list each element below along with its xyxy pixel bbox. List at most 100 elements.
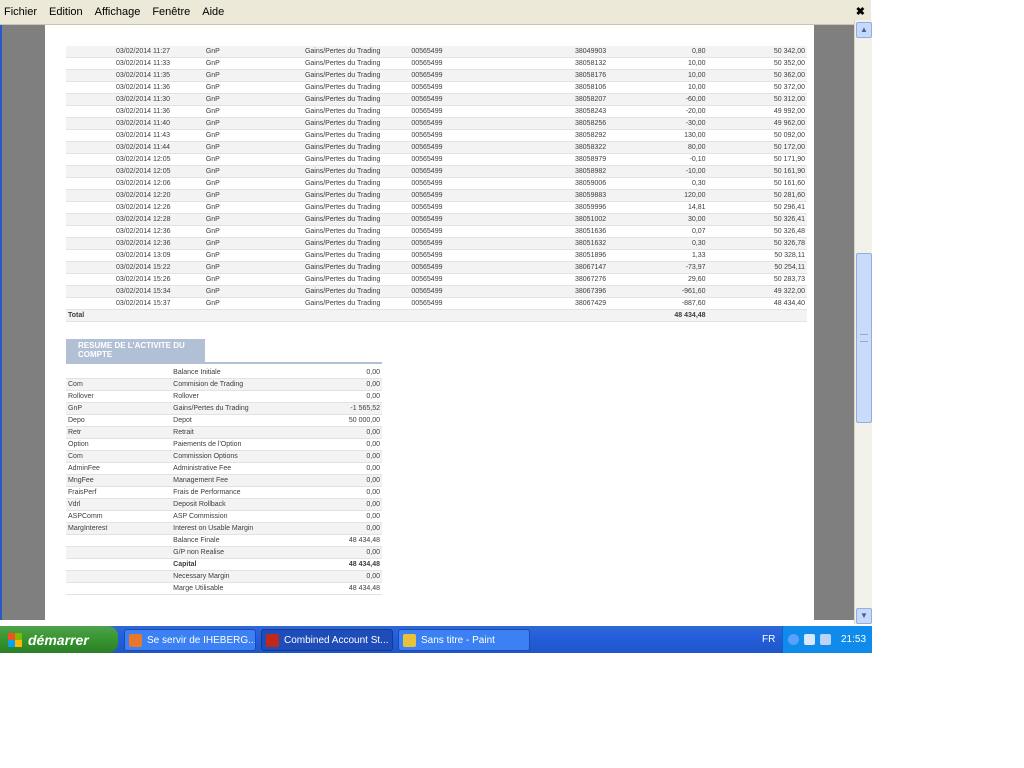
menu-item[interactable]: Affichage: [95, 6, 141, 18]
vertical-scrollbar[interactable]: ▲ ▼: [854, 20, 872, 624]
summary-value: 0,00: [279, 462, 382, 475]
cell-type: GnP: [203, 273, 303, 286]
cell-ref: 38051636: [508, 225, 609, 238]
total-amount: 48 434,48: [608, 309, 708, 322]
menu-item[interactable]: Edition: [49, 6, 83, 18]
cell-account: 00565499: [409, 177, 509, 190]
cell-date: 03/02/2014 15:26: [66, 273, 204, 286]
close-document-icon[interactable]: ✖: [856, 5, 865, 18]
cell-date: 03/02/2014 12:05: [66, 153, 204, 166]
scroll-up-button[interactable]: ▲: [856, 22, 872, 38]
table-row: 03/02/2014 15:26 GnP Gains/Pertes du Tradi…: [66, 273, 807, 286]
table-row: 03/02/2014 11:36 GnP Gains/Pertes du Tradi…: [66, 105, 807, 118]
cell-ref: 38058207: [508, 93, 609, 106]
cell-balance: 50 092,00: [707, 129, 807, 142]
total-row: Total 48 434,48: [66, 309, 807, 322]
cell-amount: 0,80: [608, 46, 708, 58]
display-icon[interactable]: [820, 634, 831, 645]
menu-item[interactable]: Fenêtre: [152, 6, 190, 18]
summary-code: [66, 534, 172, 547]
table-row: 03/02/2014 11:27 GnP Gains/Pertes du Tradi…: [66, 46, 807, 58]
cell-amount: 80,00: [608, 141, 708, 154]
cell-balance: 49 962,00: [707, 117, 807, 130]
cell-balance: 50 362,00: [707, 69, 807, 82]
taskbar-task[interactable]: Se servir de IHEBERG...: [124, 629, 256, 651]
cell-type: GnP: [203, 141, 303, 154]
table-row: 03/02/2014 15:34 GnP Gains/Pertes du Tradi…: [66, 285, 807, 298]
cell-desc: Gains/Pertes du Trading: [302, 273, 410, 286]
summary-row: Capital 48 434,48: [66, 558, 382, 571]
total-label: Total: [66, 309, 204, 322]
cell-date: 03/02/2014 11:43: [66, 129, 204, 142]
summary-row: AdminFee Administrative Fee 0,00: [66, 462, 382, 475]
taskbar: démarrer Se servir de IHEBERG... Combined…: [0, 626, 872, 653]
taskbar-task[interactable]: Sans titre - Paint: [398, 629, 530, 651]
menu-item[interactable]: Aide: [202, 6, 224, 18]
summary-value: 48 434,48: [279, 534, 382, 547]
summary-row: Balance Finale 48 434,48: [66, 534, 382, 547]
summary-value: 0,00: [279, 510, 382, 523]
summary-value: 0,00: [279, 450, 382, 463]
cell-amount: 10,00: [608, 57, 708, 70]
summary-value: 0,00: [279, 522, 382, 535]
tray-arrow-icon[interactable]: [788, 634, 799, 645]
language-indicator[interactable]: FR: [762, 634, 775, 645]
cell-amount: 1,33: [608, 249, 708, 262]
cell-type: GnP: [203, 129, 303, 142]
summary-row: Com Commission Options 0,00: [66, 450, 382, 463]
table-row: 03/02/2014 12:20 GnP Gains/Pertes du Tradi…: [66, 189, 807, 202]
cell-account: 00565499: [409, 57, 509, 70]
cell-amount: 14,81: [608, 201, 708, 214]
cell-date: 03/02/2014 11:36: [66, 81, 204, 94]
cell-account: 00565499: [409, 46, 509, 58]
start-label: démarrer: [28, 631, 89, 648]
transactions-table: 03/02/2014 11:27 GnP Gains/Pertes du Tradi…: [66, 46, 807, 322]
cell-amount: 29,60: [608, 273, 708, 286]
menu-items: Fichier Edition Affichage Fenêtre Aide: [4, 6, 224, 18]
summary-label: Frais de Performance: [171, 486, 280, 499]
summary-value: 0,00: [279, 438, 382, 451]
cell-date: 03/02/2014 12:36: [66, 225, 204, 238]
cell-ref: 38058132: [508, 57, 609, 70]
cell-type: GnP: [203, 117, 303, 130]
cell-desc: Gains/Pertes du Trading: [302, 93, 410, 106]
cell-amount: -887,60: [608, 297, 708, 310]
start-button[interactable]: démarrer: [0, 626, 118, 653]
cell-balance: 50 352,00: [707, 57, 807, 70]
cell-date: 03/02/2014 12:26: [66, 201, 204, 214]
summary-label: ASP Commission: [171, 510, 280, 523]
cell-date: 03/02/2014 11:27: [66, 46, 204, 58]
summary-row: Option Paiements de l'Option 0,00: [66, 438, 382, 451]
cell-balance: 50 312,00: [707, 93, 807, 106]
summary-label: Retrait: [171, 426, 280, 439]
total-empty-cell: [707, 309, 807, 322]
cell-balance: 50 283,73: [707, 273, 807, 286]
scroll-down-button[interactable]: ▼: [856, 608, 872, 624]
summary-code: Retr: [66, 426, 172, 439]
network-icon[interactable]: [804, 634, 815, 645]
firefox-icon: [129, 633, 142, 647]
cell-amount: -73,97: [608, 261, 708, 274]
cell-ref: 38051002: [508, 213, 609, 226]
cell-date: 03/02/2014 11:40: [66, 117, 204, 130]
cell-desc: Gains/Pertes du Trading: [302, 141, 410, 154]
cell-account: 00565499: [409, 105, 509, 118]
application-window: Fichier Edition Affichage Fenêtre Aide ✖ 03/…: [0, 0, 872, 653]
cell-account: 00565499: [409, 249, 509, 262]
scroll-thumb[interactable]: [856, 253, 872, 423]
cell-ref: 38058292: [508, 129, 609, 142]
cell-type: GnP: [203, 225, 303, 238]
summary-code: [66, 367, 172, 379]
summary-code: Depo: [66, 414, 172, 427]
taskbar-task[interactable]: Combined Account St...: [261, 629, 393, 651]
system-tray: 21:53: [782, 626, 872, 653]
cell-account: 00565499: [409, 225, 509, 238]
menu-item[interactable]: Fichier: [4, 6, 37, 18]
cell-desc: Gains/Pertes du Trading: [302, 46, 410, 58]
cell-balance: 50 296,41: [707, 201, 807, 214]
cell-amount: 10,00: [608, 81, 708, 94]
cell-ref: 38059883: [508, 189, 609, 202]
cell-date: 03/02/2014 11:33: [66, 57, 204, 70]
total-empty-cell: [302, 309, 410, 322]
cell-balance: 50 372,00: [707, 81, 807, 94]
